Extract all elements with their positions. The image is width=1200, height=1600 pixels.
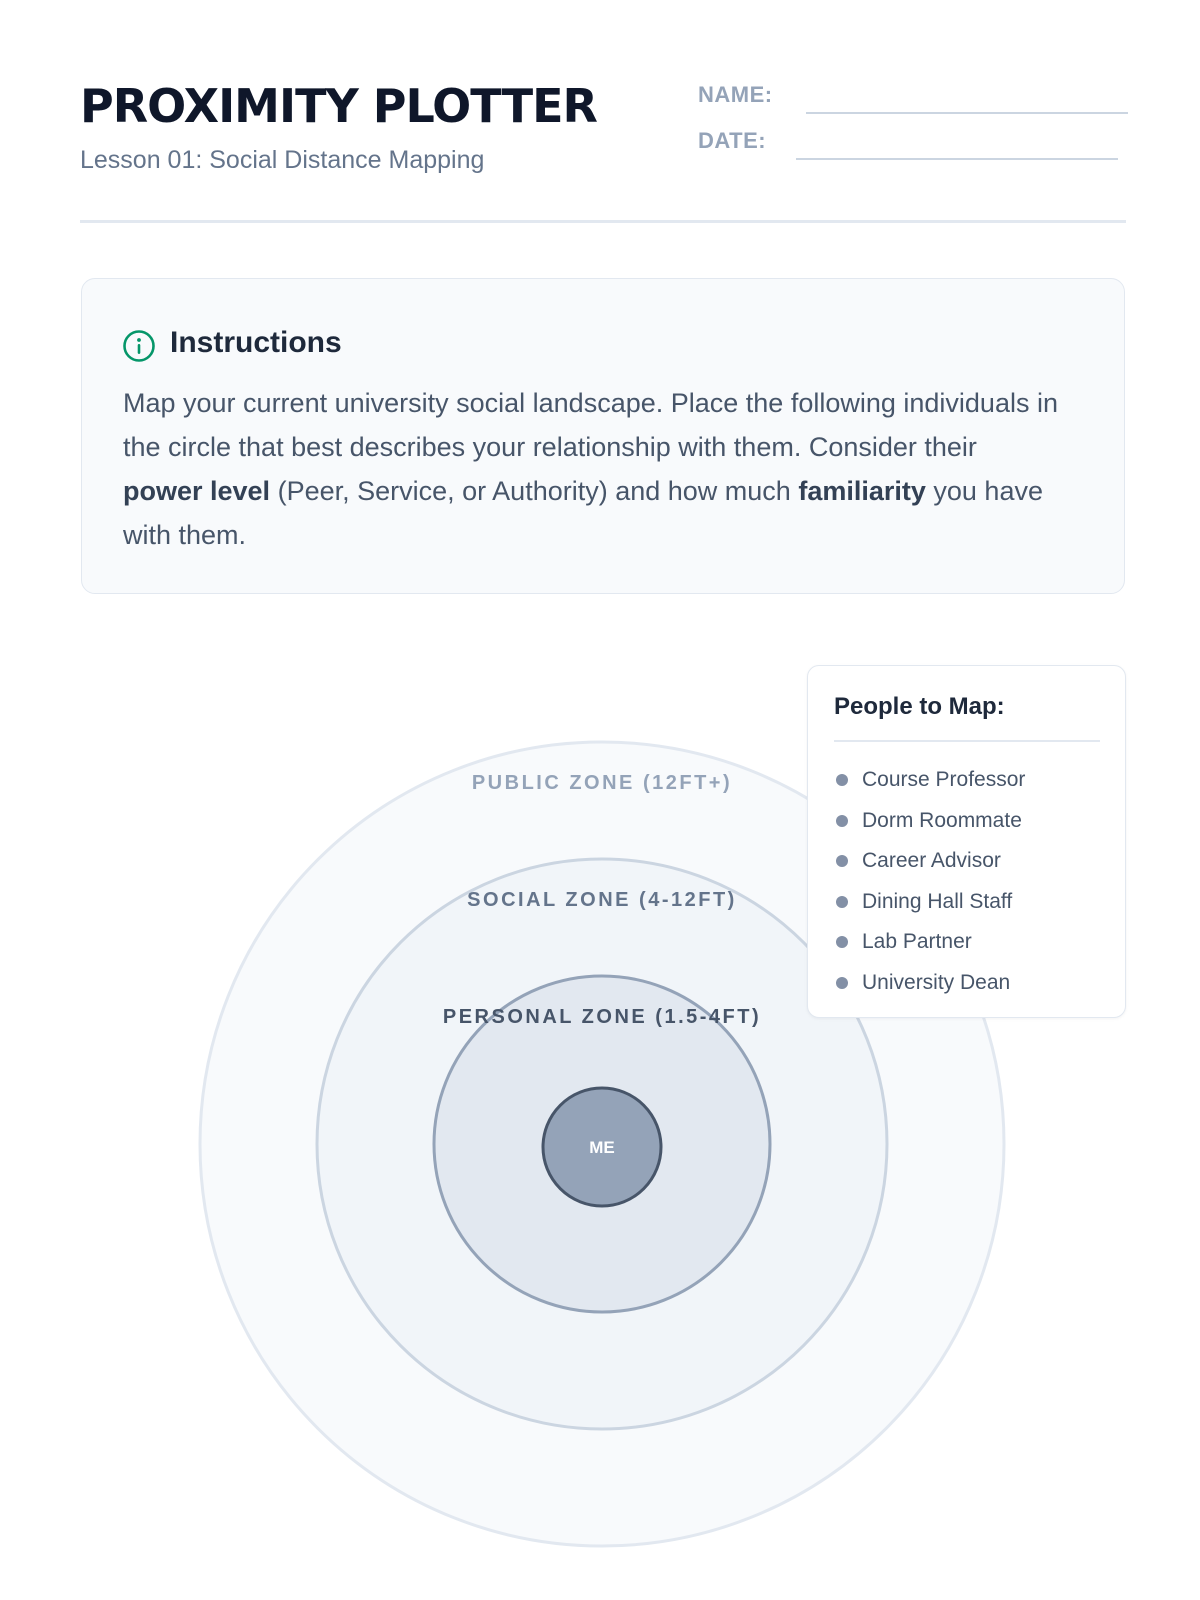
instructions-text: (Peer, Service, or Authority) and how mu…: [270, 476, 799, 506]
list-item[interactable]: Lab Partner: [834, 922, 1025, 963]
public-zone-label: PUBLIC ZONE (12FT+): [472, 772, 732, 794]
list-item[interactable]: Career Advisor: [834, 841, 1025, 882]
bullet-icon: [836, 774, 848, 786]
person-label: University Dean: [862, 970, 1011, 994]
person-label: Course Professor: [862, 768, 1026, 791]
list-item[interactable]: University Dean: [834, 963, 1025, 1004]
bullet-icon: [836, 936, 848, 948]
list-item[interactable]: Dorm Roommate: [834, 801, 1025, 842]
person-label: Dorm Roommate: [862, 808, 1022, 832]
person-label: Dining Hall Staff: [862, 889, 1013, 913]
page-title: PROXIMITY PLOTTER: [80, 79, 598, 133]
name-label: NAME:: [698, 82, 773, 107]
emphasis-power-level: power level: [123, 476, 271, 506]
bullet-icon: [836, 895, 848, 908]
instructions-text: Map your current university social lands…: [123, 388, 1058, 462]
list-item[interactable]: Dining Hall Staff: [834, 882, 1025, 923]
instructions-heading: Instructions: [170, 326, 342, 359]
list-item[interactable]: Course Professor: [834, 760, 1025, 801]
date-line[interactable]: [796, 158, 1118, 160]
legend-title: People to Map:: [834, 693, 1005, 720]
instructions-body: Map your current university social lands…: [123, 381, 1063, 557]
bullet-icon: [836, 855, 848, 867]
worksheet-page: PROXIMITY PLOTTER Lesson 01: Social Dist…: [0, 0, 1200, 1600]
bullet-icon: [836, 976, 848, 989]
legend-divider: [834, 740, 1100, 742]
emphasis-familiarity: familiarity: [798, 476, 926, 506]
personal-zone-label: PERSONAL ZONE (1.5-4FT): [443, 1006, 761, 1028]
header-divider: [80, 220, 1126, 223]
people-list: Course Professor Dorm Roommate Career Ad…: [834, 760, 1025, 1003]
person-label: Lab Partner: [862, 930, 972, 953]
people-to-map-card: People to Map: Course Professor Dorm Roo…: [807, 665, 1126, 1018]
bullet-icon: [836, 814, 848, 827]
date-label: DATE:: [698, 128, 767, 153]
person-label: Career Advisor: [862, 849, 1001, 872]
page-subtitle: Lesson 01: Social Distance Mapping: [80, 146, 485, 174]
instructions-card: Instructions Map your current university…: [81, 278, 1125, 594]
info-icon: [123, 330, 155, 362]
me-label: ME: [589, 1138, 615, 1157]
social-zone-label: SOCIAL ZONE (4-12FT): [467, 889, 737, 911]
name-line[interactable]: [806, 112, 1128, 114]
